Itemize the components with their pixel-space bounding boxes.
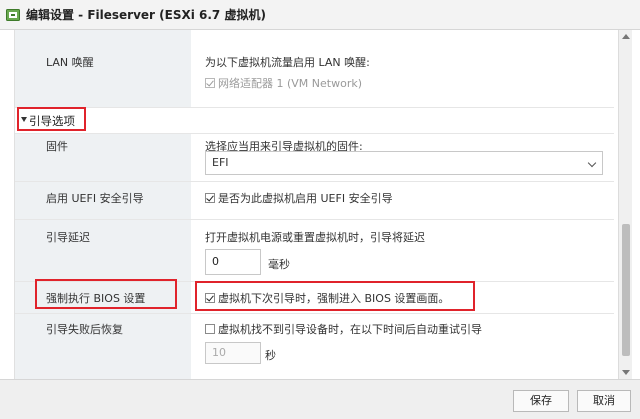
failed-boot-recovery-input[interactable]: 10: [205, 342, 261, 364]
scroll-up-arrow-icon[interactable]: [622, 34, 630, 39]
highlight-force-bios-option: [195, 281, 475, 311]
firmware-label: 固件: [46, 140, 68, 153]
cancel-button[interactable]: 取消: [577, 390, 631, 412]
failed-boot-recovery-checkbox-label: 虚拟机找不到引导设备时，在以下时间后自动重试引导: [218, 323, 482, 336]
window-titlebar: 编辑设置 - Fileserver (ESXi 6.7 虚拟机): [0, 0, 640, 30]
firmware-selected-value: EFI: [212, 156, 229, 169]
boot-options-header[interactable]: 引导选项: [15, 108, 614, 134]
lan-wake-description: 为以下虚拟机流量启用 LAN 唤醒:: [205, 56, 370, 69]
highlight-boot-options: [17, 107, 86, 131]
lan-wake-adapter-checkbox[interactable]: [205, 78, 215, 88]
boot-delay-label: 引导延迟: [46, 231, 90, 244]
boot-delay-description: 打开虚拟机电源或重置虚拟机时，引导将延迟: [205, 231, 425, 244]
label-column: [15, 134, 191, 181]
boot-delay-row: 引导延迟 打开虚拟机电源或重置虚拟机时，引导将延迟 0 毫秒: [15, 220, 614, 282]
label-column: [15, 30, 191, 107]
firmware-select[interactable]: EFI: [205, 151, 603, 175]
scroll-down-arrow-icon[interactable]: [622, 370, 630, 375]
failed-boot-recovery-unit: 秒: [265, 349, 276, 362]
secure-boot-option[interactable]: 是否为此虚拟机启用 UEFI 安全引导: [205, 190, 393, 206]
boot-delay-unit: 毫秒: [268, 258, 290, 271]
chevron-down-icon: [587, 158, 597, 168]
secure-boot-row: 启用 UEFI 安全引导 是否为此虚拟机启用 UEFI 安全引导: [15, 182, 614, 220]
vertical-scrollbar[interactable]: [618, 30, 632, 379]
settings-panel[interactable]: LAN 唤醒 为以下虚拟机流量启用 LAN 唤醒: 网络适配器 1 (VM Ne…: [14, 30, 614, 379]
lan-wake-row: LAN 唤醒 为以下虚拟机流量启用 LAN 唤醒: 网络适配器 1 (VM Ne…: [15, 30, 614, 108]
scrollbar-thumb[interactable]: [622, 224, 630, 356]
failed-boot-recovery-checkbox[interactable]: [205, 324, 215, 334]
secure-boot-label: 启用 UEFI 安全引导: [46, 192, 144, 205]
save-button[interactable]: 保存: [513, 390, 569, 412]
lan-wake-adapter-option[interactable]: 网络适配器 1 (VM Network): [205, 75, 362, 91]
label-column: [15, 220, 191, 281]
secure-boot-checkbox-label: 是否为此虚拟机启用 UEFI 安全引导: [218, 192, 393, 205]
secure-boot-checkbox[interactable]: [205, 193, 215, 203]
lan-wake-label: LAN 唤醒: [46, 56, 94, 69]
lan-wake-adapter-label: 网络适配器 1 (VM Network): [218, 77, 363, 90]
boot-delay-input[interactable]: 0: [205, 249, 261, 275]
failed-boot-recovery-option[interactable]: 虚拟机找不到引导设备时，在以下时间后自动重试引导: [205, 321, 482, 337]
vm-settings-icon: [6, 8, 20, 21]
highlight-force-bios-label: [35, 279, 177, 309]
failed-boot-recovery-label: 引导失败后恢复: [46, 323, 123, 336]
failed-boot-recovery-row: 引导失败后恢复 虚拟机找不到引导设备时，在以下时间后自动重试引导 10 秒: [15, 314, 614, 379]
dialog-footer: 保存 取消: [0, 379, 640, 419]
window-title: 编辑设置 - Fileserver (ESXi 6.7 虚拟机): [26, 8, 266, 22]
